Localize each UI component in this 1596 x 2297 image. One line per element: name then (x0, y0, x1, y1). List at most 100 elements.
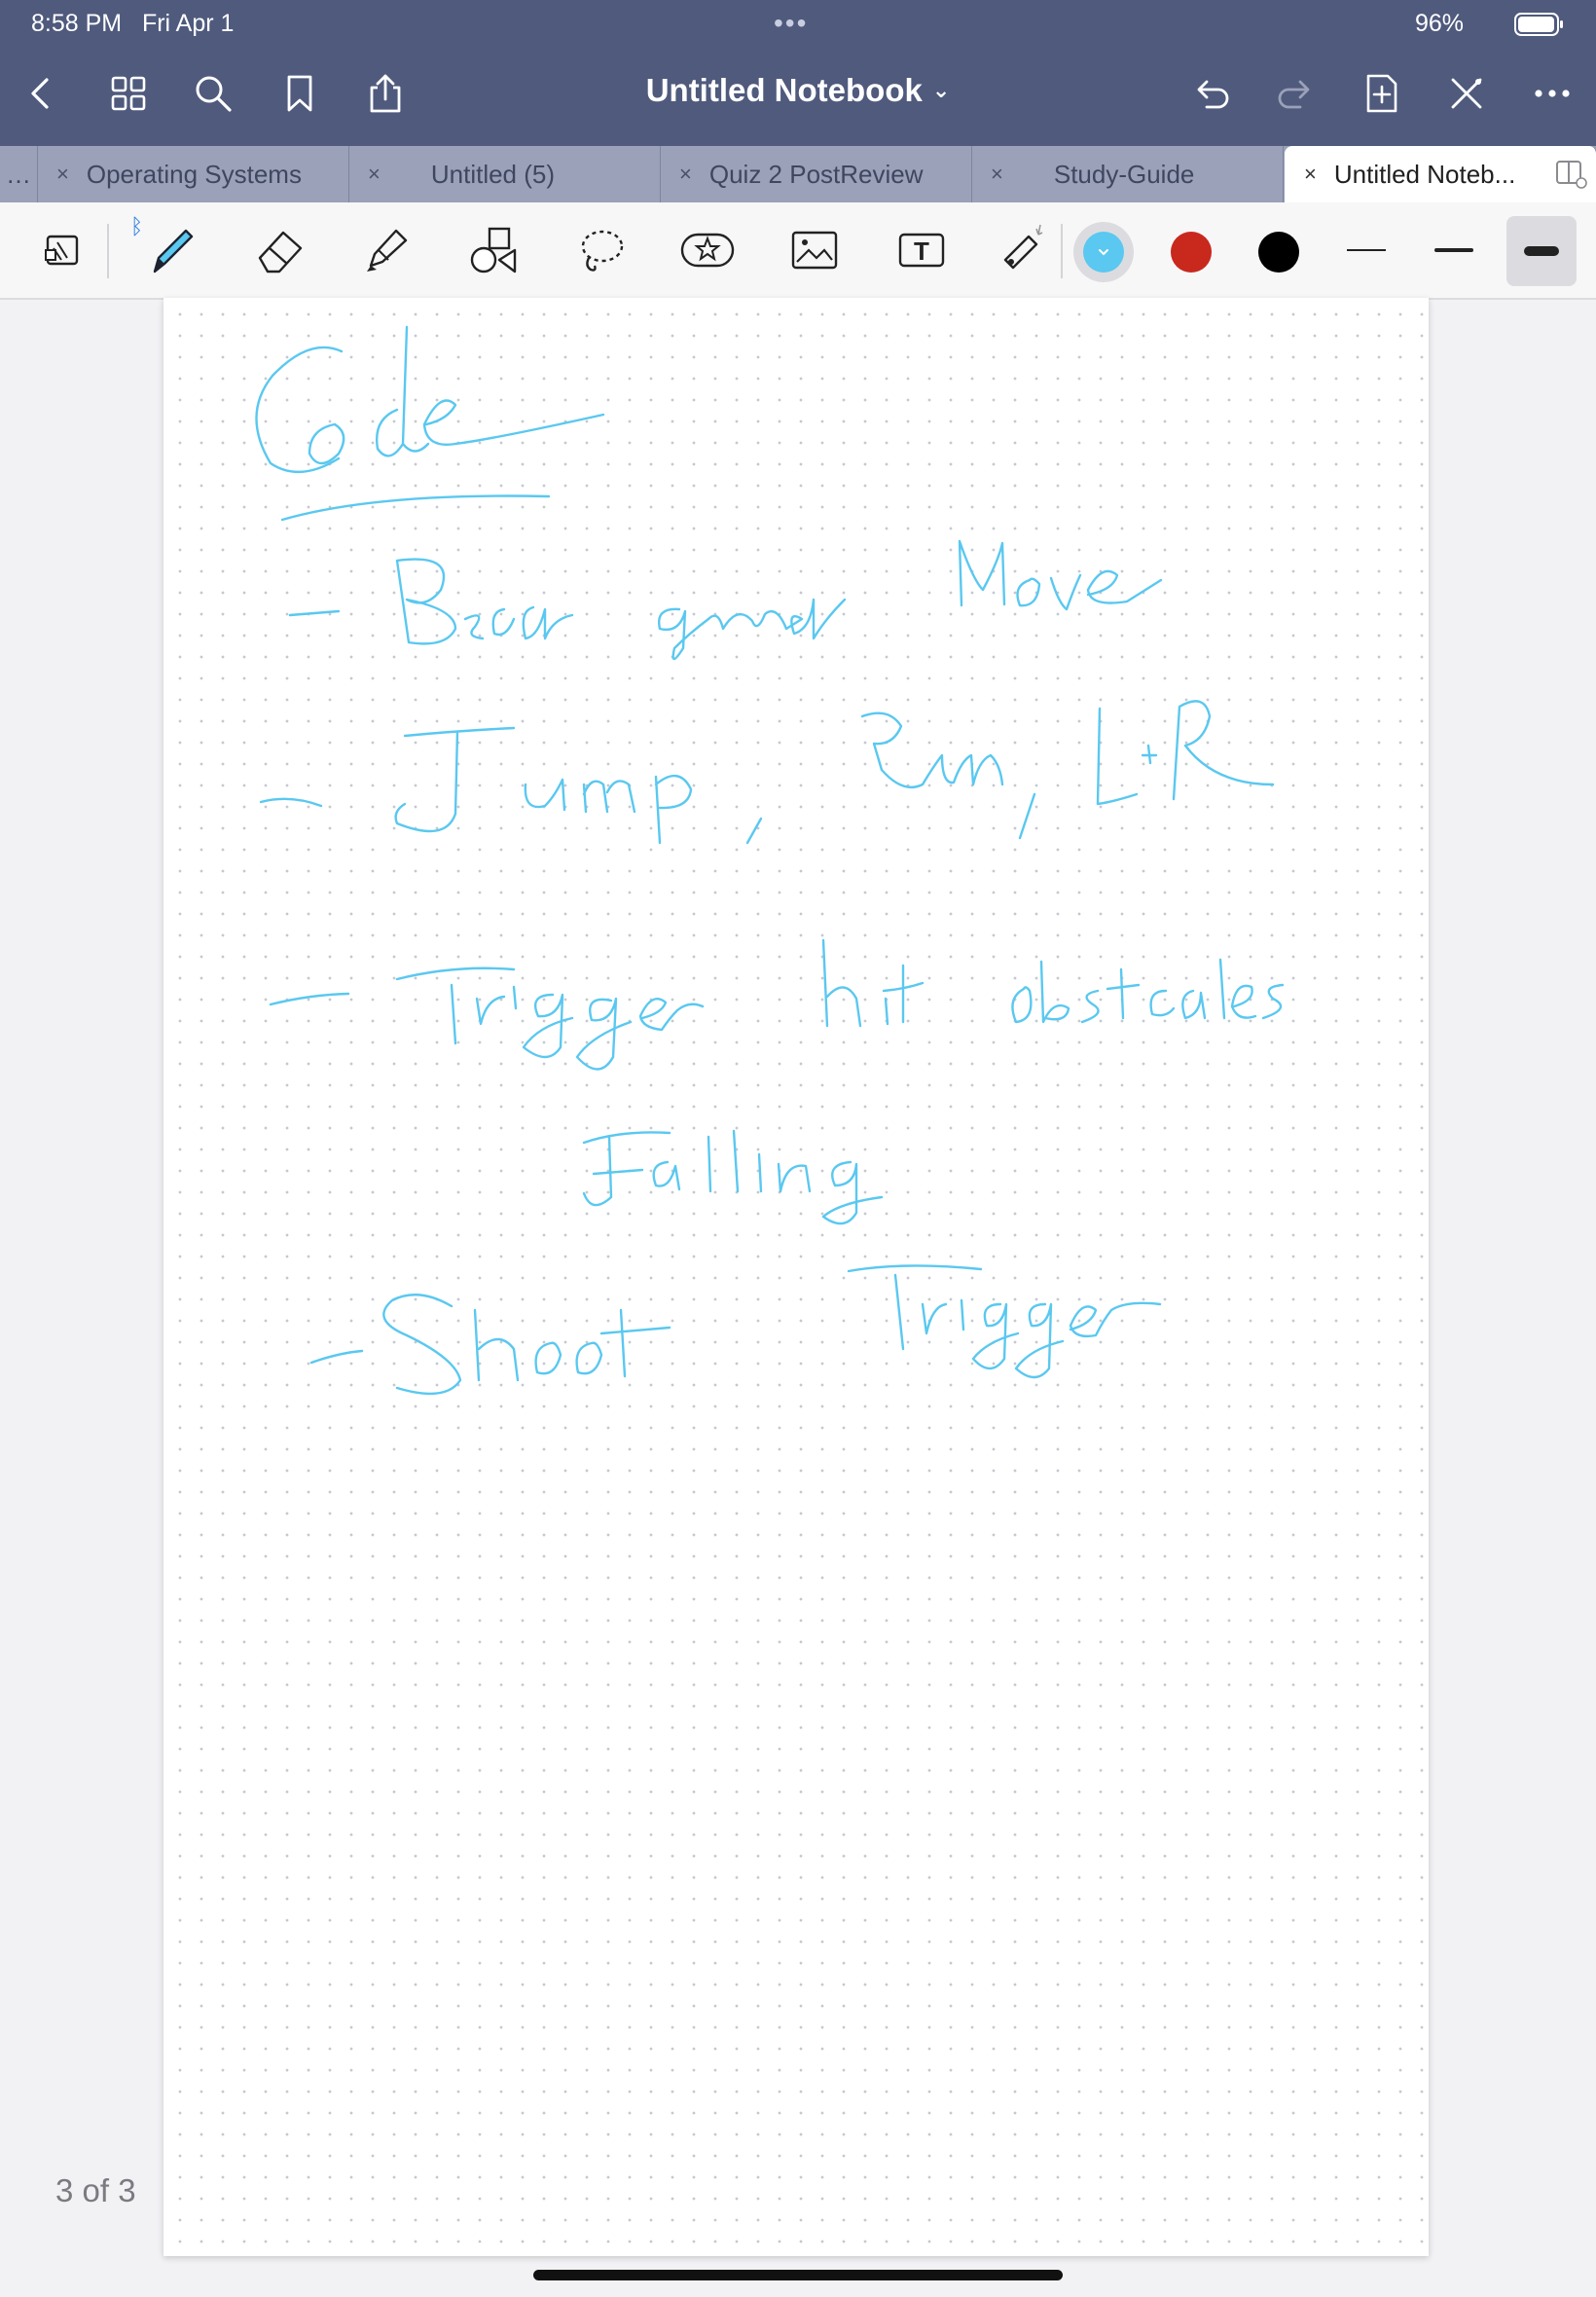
battery-percentage: 96% (1415, 10, 1465, 37)
ink-word-shoot (599, 1308, 671, 1378)
ink-word-obstacles (1039, 960, 1070, 1024)
split-view-icon[interactable] (1555, 160, 1588, 189)
sticker-tool[interactable] (673, 218, 742, 282)
ink-comma (1018, 792, 1036, 840)
close-icon[interactable]: × (368, 162, 381, 187)
lasso-icon (581, 230, 624, 272)
ink-word-move (1016, 573, 1082, 611)
ink-dash (269, 992, 350, 1006)
status-time: 8:58 PM Fri Apr 1 (31, 10, 235, 37)
tab-untitled-5[interactable]: × Untitled (5) (348, 146, 661, 202)
eraser-icon (258, 231, 303, 273)
ink-word-trigger-2 (971, 1302, 1020, 1370)
ink-word-shoot (473, 1308, 520, 1382)
thumbnails-button[interactable] (101, 62, 156, 125)
bookmark-button[interactable] (272, 62, 327, 125)
back-button[interactable] (14, 62, 68, 125)
image-tool[interactable] (780, 218, 849, 282)
eraser-tool[interactable] (245, 218, 313, 282)
text-icon: T (898, 233, 945, 268)
stroke-thick-option[interactable] (1506, 216, 1577, 286)
close-icon[interactable]: × (56, 162, 69, 187)
ink-word-jump (394, 726, 516, 833)
toolbar-divider (107, 224, 109, 278)
add-page-button[interactable] (1355, 62, 1409, 125)
ink-word-obstacles (1011, 986, 1033, 1024)
image-icon (791, 231, 838, 270)
more-button[interactable] (1525, 62, 1579, 125)
highlighter-tool[interactable] (352, 218, 420, 282)
stroke-thin-option[interactable] (1347, 249, 1386, 251)
ink-word-move (958, 539, 1006, 607)
read-mode-icon (45, 235, 79, 266)
ink-word-obstacles (1261, 983, 1285, 1020)
read-mode-button[interactable] (29, 218, 97, 282)
handwriting-canvas (255, 325, 1285, 1396)
ink-word-l-plus-r (1096, 707, 1158, 806)
chevron-down-icon: ⌄ (931, 78, 951, 102)
share-button[interactable] (358, 62, 413, 125)
hide-toolbar-button[interactable] (1439, 62, 1494, 125)
battery-icon (1514, 13, 1563, 36)
more-icon (1535, 90, 1570, 97)
ink-word-trigger-2 (1069, 1301, 1162, 1338)
ink-word-background (463, 605, 574, 640)
ink-word-shoot (382, 1294, 462, 1396)
laser-pointer-tool[interactable] (987, 218, 1055, 282)
home-indicator[interactable] (533, 2270, 1063, 2280)
ink-word-code (422, 399, 605, 446)
search-button[interactable] (186, 62, 240, 125)
notebook-page[interactable] (163, 298, 1429, 2256)
ink-word-obstacles (1218, 958, 1226, 1020)
color-black-swatch[interactable] (1258, 232, 1299, 273)
ink-word-obstacles (1149, 989, 1176, 1017)
ink-word-shoot (575, 1341, 603, 1375)
tab-operating-systems[interactable]: × Operating Systems (37, 146, 349, 202)
ink-dash (288, 609, 341, 617)
back-icon (31, 78, 49, 109)
ink-word-background (395, 558, 457, 645)
tab-overflow[interactable]: … (0, 146, 38, 202)
ink-word-hit (821, 938, 862, 1028)
redo-button[interactable] (1269, 62, 1324, 125)
pen-tool[interactable] (138, 218, 206, 282)
grid-icon (111, 76, 146, 111)
close-icon[interactable]: × (991, 162, 1003, 187)
ink-word-run (860, 711, 1004, 789)
pen-icon (153, 229, 194, 273)
document-title-menu[interactable]: Untitled Notebook ⌄ (584, 72, 1012, 109)
ink-word-shoot (534, 1341, 562, 1375)
tab-study-guide[interactable]: × Study-Guide (971, 146, 1284, 202)
highlighter-icon (367, 229, 408, 272)
ink-word-trigger (512, 985, 518, 1010)
share-icon (370, 74, 401, 113)
text-tool[interactable]: T (888, 218, 956, 282)
ink-word-trigger (395, 966, 516, 1045)
ink-word-move (1086, 569, 1163, 604)
laser-pointer-icon (1003, 224, 1043, 270)
redo-icon (1278, 80, 1310, 109)
stroke-medium-option[interactable] (1434, 248, 1473, 252)
shapes-tool[interactable] (459, 218, 527, 282)
page-indicator[interactable]: 3 of 3 (55, 2172, 136, 2209)
color-blue-swatch[interactable] (1083, 232, 1124, 273)
undo-icon (1197, 80, 1229, 109)
undo-button[interactable] (1183, 62, 1238, 125)
close-icon[interactable]: × (679, 162, 692, 187)
tab-quiz-2-postreview[interactable]: × Quiz 2 PostReview (660, 146, 972, 202)
tab-untitled-notebook[interactable]: × Untitled Noteb... (1285, 146, 1596, 202)
ink-word-jump (582, 780, 636, 814)
ink-word-trigger (575, 997, 633, 1071)
ink-word-code (376, 325, 430, 457)
color-red-swatch[interactable] (1171, 232, 1212, 273)
multitasking-dots[interactable]: ••• (774, 8, 808, 39)
search-icon (196, 76, 232, 112)
ink-word-trigger (638, 998, 705, 1032)
close-icon[interactable]: × (1304, 162, 1317, 187)
lasso-tool[interactable] (566, 218, 635, 282)
ink-word-jump (654, 775, 693, 845)
ink-word-code (255, 346, 344, 474)
ink-word-trigger-2 (921, 1302, 948, 1335)
ink-word-obstacles (1230, 984, 1257, 1019)
ink-word-falling (707, 1129, 763, 1193)
